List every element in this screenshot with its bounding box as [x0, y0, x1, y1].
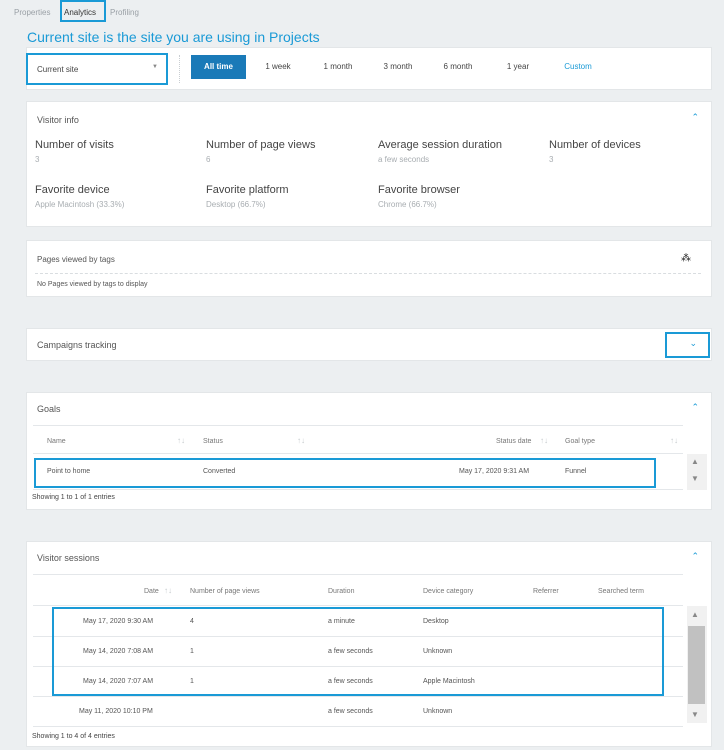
session-date: May 11, 2020 10:10 PM: [79, 708, 153, 715]
divider: [33, 636, 683, 637]
scroll-down-icon[interactable]: ▼: [691, 710, 699, 719]
chevron-up-icon[interactable]: ⌃: [691, 112, 699, 123]
divider: [33, 666, 683, 667]
session-duration: a few seconds: [328, 648, 373, 655]
column-header[interactable]: Searched term: [598, 588, 644, 595]
session-device: Desktop: [423, 618, 449, 625]
column-header[interactable]: Goal type: [565, 438, 595, 445]
stat-value: a few seconds: [378, 155, 430, 164]
column-header[interactable]: Name: [47, 438, 66, 445]
goal-date: May 17, 2020 9:31 AM: [459, 468, 530, 475]
range-all-time[interactable]: All time: [191, 55, 246, 79]
sort-icon[interactable]: ↑↓: [164, 586, 172, 595]
column-header[interactable]: Status: [203, 438, 223, 445]
visitor-sessions-card: Visitor sessions ⌃ Date ↑↓ Number of pag…: [26, 541, 712, 747]
visitor-info-title: Visitor info: [37, 115, 79, 125]
range-custom[interactable]: Custom: [558, 55, 598, 79]
column-header[interactable]: Date: [144, 588, 159, 595]
chevron-down-icon[interactable]: ⌄: [689, 338, 697, 349]
site-select-value: Current site: [37, 65, 79, 74]
sort-icon[interactable]: ↑↓: [670, 436, 678, 445]
session-duration: a minute: [328, 618, 355, 625]
range-3-month[interactable]: 3 month: [376, 55, 420, 79]
site-select[interactable]: Current site ▼: [28, 55, 166, 83]
divider: [33, 425, 683, 426]
chevron-up-icon[interactable]: ⌃: [691, 551, 699, 562]
session-views: 4: [190, 618, 194, 625]
scroll-up-icon[interactable]: ▲: [691, 610, 699, 619]
session-date: May 14, 2020 7:07 AM: [83, 678, 154, 685]
tab-properties[interactable]: Properties: [14, 8, 50, 17]
scroll-down-icon[interactable]: ▼: [691, 474, 699, 483]
stat-value: 6: [206, 155, 211, 164]
session-device: Apple Macintosh: [423, 678, 475, 685]
campaigns-title: Campaigns tracking: [37, 340, 117, 350]
stat-label: Favorite device: [35, 184, 110, 196]
sort-icon[interactable]: ↑↓: [540, 436, 548, 445]
tags-icon[interactable]: ⁂: [681, 253, 691, 264]
divider: [35, 273, 701, 274]
goals-title: Goals: [37, 404, 61, 414]
visitor-sessions-title: Visitor sessions: [37, 553, 100, 563]
pages-by-tags-card: Pages viewed by tags ⁂ No Pages viewed b…: [26, 240, 712, 297]
stat-label: Favorite platform: [206, 184, 289, 196]
column-header[interactable]: Duration: [328, 588, 354, 595]
range-1-week[interactable]: 1 week: [258, 55, 298, 79]
session-views: 1: [190, 648, 194, 655]
visitor-info-card: Visitor info ⌃ Number of visits 3 Number…: [26, 101, 712, 227]
annotation-caption: Current site is the site you are using i…: [27, 29, 320, 45]
pages-by-tags-empty: No Pages viewed by tags to display: [37, 281, 148, 288]
session-date: May 14, 2020 7:08 AM: [83, 648, 154, 655]
stat-label: Number of visits: [35, 139, 114, 151]
divider: [33, 453, 683, 454]
campaigns-card: Campaigns tracking ⌄: [26, 328, 712, 361]
scroll-up-icon[interactable]: ▲: [691, 457, 699, 466]
stat-value: Apple Macintosh (33.3%): [35, 200, 125, 209]
goal-name: Point to home: [47, 468, 91, 475]
chevron-down-icon: ▼: [152, 64, 158, 70]
sessions-scrollbar[interactable]: ▲ ▼: [687, 606, 707, 723]
divider: [33, 605, 683, 606]
tab-profiling[interactable]: Profiling: [110, 8, 139, 17]
session-device: Unknown: [423, 648, 453, 655]
column-header[interactable]: Device category: [423, 588, 473, 595]
sessions-footer: Showing 1 to 4 of 4 entries: [32, 733, 115, 740]
goal-status: Converted: [203, 468, 236, 475]
goal-type: Funnel: [565, 468, 587, 475]
session-duration: a few seconds: [328, 708, 373, 715]
stat-label: Number of page views: [206, 139, 316, 151]
stat-value: Desktop (66.7%): [206, 200, 266, 209]
column-header[interactable]: Referrer: [533, 588, 559, 595]
stat-value: 3: [35, 155, 40, 164]
divider: [33, 726, 683, 727]
column-header[interactable]: Number of page views: [190, 588, 260, 595]
scroll-thumb[interactable]: [688, 626, 705, 704]
filter-divider: [179, 55, 180, 83]
stat-label: Average session duration: [378, 139, 502, 151]
stat-label: Favorite browser: [378, 184, 460, 196]
stat-value: Chrome (66.7%): [378, 200, 437, 209]
sort-icon[interactable]: ↑↓: [297, 436, 305, 445]
tab-analytics[interactable]: Analytics: [64, 8, 96, 17]
pages-by-tags-title: Pages viewed by tags: [37, 255, 115, 264]
range-1-year[interactable]: 1 year: [500, 55, 536, 79]
divider: [33, 489, 683, 490]
divider: [33, 696, 683, 697]
stat-value: 3: [549, 155, 554, 164]
sort-icon[interactable]: ↑↓: [177, 436, 185, 445]
session-date: May 17, 2020 9:30 AM: [83, 618, 154, 625]
divider: [33, 574, 683, 575]
session-duration: a few seconds: [328, 678, 373, 685]
goals-footer: Showing 1 to 1 of 1 entries: [32, 494, 115, 501]
goals-card: Goals ⌃ Name ↑↓ Status ↑↓ Status date ↑↓…: [26, 392, 712, 510]
session-views: 1: [190, 678, 194, 685]
range-1-month[interactable]: 1 month: [316, 55, 360, 79]
column-header[interactable]: Status date: [496, 438, 531, 445]
session-device: Unknown: [423, 708, 453, 715]
goals-scrollbar[interactable]: ▲ ▼: [687, 454, 707, 490]
range-6-month[interactable]: 6 month: [436, 55, 480, 79]
stat-label: Number of devices: [549, 139, 641, 151]
chevron-up-icon[interactable]: ⌃: [691, 402, 699, 413]
